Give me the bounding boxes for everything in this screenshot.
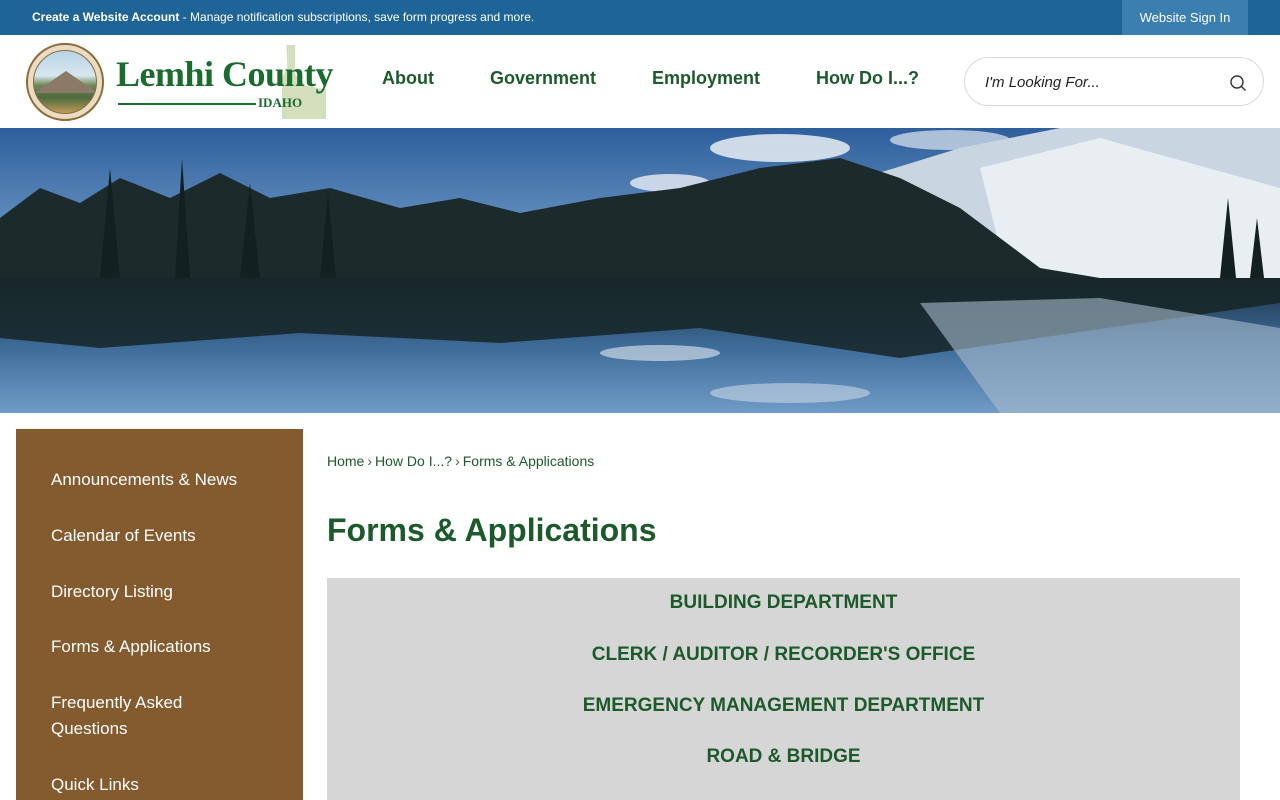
breadcrumb-separator: › bbox=[455, 453, 460, 469]
sidebar-navigation: Announcements & News Calendar of Events … bbox=[16, 429, 303, 800]
nav-item-employment[interactable]: Employment bbox=[652, 68, 760, 96]
county-seal-icon bbox=[26, 43, 104, 121]
department-list-panel: BUILDING DEPARTMENT CLERK / AUDITOR / RE… bbox=[327, 578, 1240, 800]
search-input[interactable] bbox=[985, 72, 1215, 92]
sidebar-item-forms[interactable]: Forms & Applications bbox=[51, 634, 271, 660]
breadcrumb-how-do-i[interactable]: How Do I...? bbox=[375, 453, 452, 469]
seal-landscape bbox=[33, 50, 97, 114]
logo-title: Lemhi County bbox=[116, 54, 334, 94]
lake-landscape-illustration bbox=[0, 128, 1280, 413]
department-link-building[interactable]: BUILDING DEPARTMENT bbox=[327, 592, 1240, 614]
site-header: Lemhi County IDAHO About Government Empl… bbox=[0, 35, 1280, 128]
sidebar-item-directory[interactable]: Directory Listing bbox=[51, 579, 271, 605]
sidebar-item-announcements[interactable]: Announcements & News bbox=[51, 467, 271, 493]
breadcrumb-forms[interactable]: Forms & Applications bbox=[463, 453, 595, 469]
nav-item-how-do-i[interactable]: How Do I...? bbox=[816, 68, 919, 96]
sidebar-item-faq[interactable]: Frequently Asked Questions bbox=[51, 690, 221, 742]
department-link-emergency[interactable]: EMERGENCY MANAGEMENT DEPARTMENT bbox=[327, 695, 1240, 717]
account-notice: Create a Website Account - Manage notifi… bbox=[32, 10, 534, 24]
department-link-clerk[interactable]: CLERK / AUDITOR / RECORDER'S OFFICE bbox=[327, 644, 1240, 666]
account-description: - Manage notification subscriptions, sav… bbox=[179, 10, 535, 24]
breadcrumb-separator: › bbox=[367, 453, 373, 469]
site-logo[interactable]: Lemhi County IDAHO bbox=[24, 43, 334, 123]
department-link-road-bridge[interactable]: ROAD & BRIDGE bbox=[327, 746, 1240, 768]
sidebar-item-calendar[interactable]: Calendar of Events bbox=[51, 523, 271, 549]
logo-underline bbox=[118, 103, 256, 105]
top-utility-bar: Create a Website Account - Manage notifi… bbox=[0, 0, 1280, 35]
main-navigation: About Government Employment How Do I...? bbox=[354, 68, 975, 96]
sidebar-item-quick-links[interactable]: Quick Links bbox=[51, 772, 271, 798]
page-title: Forms & Applications bbox=[327, 512, 657, 548]
website-sign-in-button[interactable]: Website Sign In bbox=[1122, 0, 1248, 35]
nav-item-about[interactable]: About bbox=[382, 68, 434, 96]
search-box bbox=[964, 57, 1264, 106]
search-icon[interactable] bbox=[1229, 74, 1247, 92]
seal-mountain bbox=[34, 71, 96, 93]
breadcrumb-home[interactable]: Home bbox=[327, 453, 364, 469]
logo-state: IDAHO bbox=[258, 95, 303, 110]
breadcrumb: Home › How Do I...? › Forms & Applications bbox=[327, 453, 594, 469]
create-account-link[interactable]: Create a Website Account bbox=[32, 10, 179, 24]
hero-banner-image bbox=[0, 128, 1280, 413]
nav-item-government[interactable]: Government bbox=[490, 68, 596, 96]
